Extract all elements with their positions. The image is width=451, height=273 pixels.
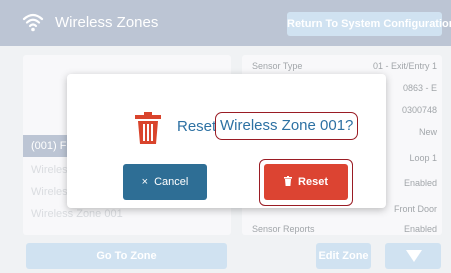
reset-confirmation-dialog: Reset Wireless Zone 001? × Cancel Reset xyxy=(67,74,386,208)
dialog-message-prefix: Reset xyxy=(177,118,217,135)
dialog-zone-name: Wireless Zone 001? xyxy=(215,112,359,140)
cancel-button-label: Cancel xyxy=(154,176,189,188)
reset-button[interactable]: Reset xyxy=(264,164,348,200)
trash-icon xyxy=(135,112,161,144)
close-icon: × xyxy=(141,176,149,188)
trash-icon xyxy=(284,176,293,187)
reset-button-label: Reset xyxy=(298,176,328,188)
cancel-button[interactable]: × Cancel xyxy=(123,164,207,200)
